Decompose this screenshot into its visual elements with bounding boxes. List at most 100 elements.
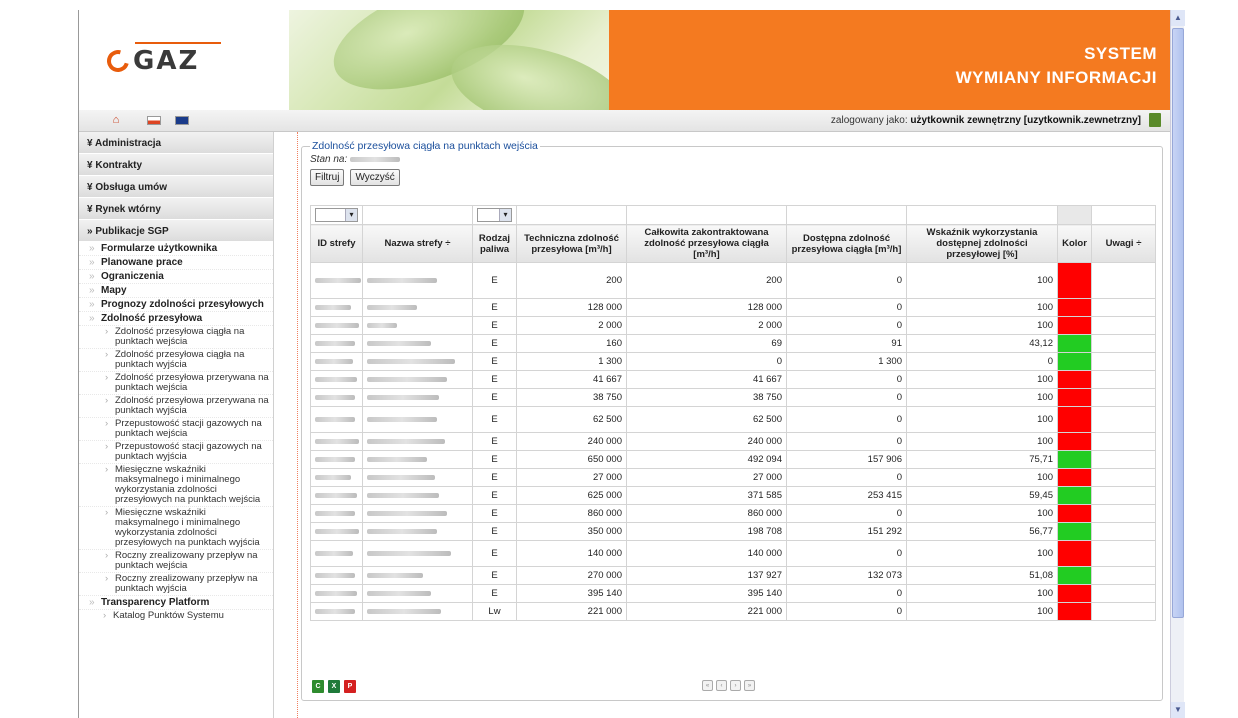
system-title-line2: WYMIANY INFORMACJI [955,68,1157,87]
tech-cell: 1 300 [516,352,627,371]
redacted-name [367,572,423,578]
filter-button[interactable]: Filtruj [310,169,345,186]
id-cell [310,370,363,389]
home-icon[interactable]: ⌂ [109,114,123,126]
sidebar-section-administracja[interactable]: ¥ Administracja [79,132,273,154]
col-header-calkowita[interactable]: Całkowita zakontraktowana zdolność przes… [626,224,787,263]
logo-underline [135,42,221,44]
redacted-id [315,416,355,422]
vertical-scrollbar[interactable]: ▲ ▼ [1170,10,1185,718]
col-header-id[interactable]: ID strefy [310,224,363,263]
uwagi-cell [1091,522,1156,541]
avail-cell: 0 [786,468,907,487]
sidebar-item-katalog[interactable]: Katalog Punktów Systemu [79,610,273,622]
name-cell [362,522,473,541]
sidebar-section-label: Rynek wtórny [95,204,161,215]
gaz-system-logo[interactable]: GAZ [102,45,200,77]
pdf-export-icon[interactable]: P [344,680,356,693]
col-header-techniczna[interactable]: Techniczna zdolność przesyłowa [m³/h] [516,224,627,263]
logo-text: GAZ [133,46,200,76]
col-header-rodzaj[interactable]: Rodzaj paliwa [472,224,517,263]
sidebar-item-ciagla-wejscia[interactable]: Zdolność przesyłowa ciągła na punktach w… [79,326,273,349]
sidebar-item-formularze[interactable]: Formularze użytkownika [79,242,273,256]
color-cell [1057,540,1092,567]
filter-buttons: Filtruj Wyczyść [310,169,400,186]
logout-icon[interactable] [1149,113,1161,127]
name-cell [362,468,473,487]
table-row: E 270 000 137 927 132 073 51,08 [310,566,1156,585]
fuel-cell: E [472,298,517,317]
sidebar-item-mapy[interactable]: Mapy [79,284,273,298]
fuel-cell: E [472,522,517,541]
sidebar-item-zdolnosc-przesylowa[interactable]: Zdolność przesyłowa [79,312,273,326]
col-header-dostepna[interactable]: Dostępna zdolność przesyłowa ciągła [m³/… [786,224,907,263]
scroll-up-icon[interactable]: ▲ [1171,10,1185,26]
redacted-id [315,322,359,328]
color-cell [1057,262,1092,299]
sidebar-item-prognozy[interactable]: Prognozy zdolności przesyłowych [79,298,273,312]
prev-page-icon[interactable]: ‹ [716,680,727,691]
sidebar-section-obsluga-umow[interactable]: ¥ Obsługa umów [79,176,273,198]
redacted-name [367,438,445,444]
scroll-thumb[interactable] [1172,28,1184,618]
sidebar-item-przerywana-wyjscia[interactable]: Zdolność przesyłowa przerywana na punkta… [79,395,273,418]
next-page-icon[interactable]: › [730,680,741,691]
redacted-id [315,304,351,310]
last-page-icon[interactable]: » [744,680,755,691]
ratio-cell: 43,12 [906,334,1058,353]
col-header-kolor[interactable]: Kolor [1057,224,1092,263]
scroll-down-icon[interactable]: ▼ [1171,702,1185,718]
sidebar-item-ciagla-wyjscia[interactable]: Zdolność przesyłowa ciągła na punktach w… [79,349,273,372]
sidebar-item-miesieczne-wejscia[interactable]: Miesięczne wskaźniki maksymalnego i mini… [79,464,273,507]
ratio-cell: 100 [906,540,1058,567]
color-cell [1057,298,1092,317]
name-cell [362,370,473,389]
color-cell [1057,352,1092,371]
table-row: E2 000 2 000 0 100 [310,316,1156,335]
sidebar-item-roczny-wejscia[interactable]: Roczny zrealizowany przepływ na punktach… [79,550,273,573]
header: GAZ SYSTEM WYMIANY INFORMACJI [79,10,1170,110]
sidebar-item-stacje-wejscia[interactable]: Przepustowość stacji gazowych na punktac… [79,418,273,441]
sidebar-section-kontrakty[interactable]: ¥ Kontrakty [79,154,273,176]
system-title-line1: SYSTEM [1084,44,1157,63]
sidebar-item-planowane-prace[interactable]: Planowane prace [79,256,273,270]
tech-cell: 27 000 [516,468,627,487]
stan-na: Stan na: [310,154,401,165]
redacted-id [315,394,355,400]
sidebar-item-stacje-wyjscia[interactable]: Przepustowość stacji gazowych na punktac… [79,441,273,464]
fuel-cell: E [472,370,517,389]
total-cell: 492 094 [626,450,787,469]
csv-export-icon[interactable]: C [312,680,324,693]
tech-cell: 140 000 [516,540,627,567]
id-cell [310,432,363,451]
sidebar-section-publikacje-sgp[interactable]: » Publikacje SGP [79,220,273,242]
id-filter-select[interactable] [315,208,358,222]
tech-cell: 270 000 [516,566,627,585]
panel-legend: Zdolność przesyłowa ciągła na punktach w… [310,140,540,152]
sidebar-section-label: Administracja [94,138,162,149]
col-header-nazwa[interactable]: Nazwa strefy ÷ [362,224,473,263]
sidebar-item-przerywana-wejscia[interactable]: Zdolność przesyłowa przerywana na punkta… [79,372,273,395]
english-flag-icon[interactable] [175,116,189,125]
avail-cell: 0 [786,316,907,335]
sidebar-section-rynek-wtorny[interactable]: ¥ Rynek wtórny [79,198,273,220]
sidebar-item-transparency[interactable]: Transparency Platform [79,596,273,610]
sidebar-item-miesieczne-wyjscia[interactable]: Miesięczne wskaźniki maksymalnego i mini… [79,507,273,550]
sidebar-item-roczny-wyjscia[interactable]: Roczny zrealizowany przepływ na punktach… [79,573,273,596]
polish-flag-icon[interactable] [147,116,161,125]
first-page-icon[interactable]: « [702,680,713,691]
col-header-wskaznik[interactable]: Wskaźnik wykorzystania dostępnej zdolnoś… [906,224,1058,263]
redacted-name [367,590,431,596]
table-row: E 140 000 140 000 0 100 [310,540,1156,567]
fuel-filter-select[interactable] [477,208,512,222]
excel-export-icon[interactable]: X [328,680,340,693]
col-header-uwagi[interactable]: Uwagi ÷ [1091,224,1156,263]
uwagi-cell [1091,334,1156,353]
clear-button[interactable]: Wyczyść [350,169,400,186]
redacted-name [367,277,437,283]
filter-cell [906,205,1058,225]
sidebar-item-ograniczenia[interactable]: Ograniczenia [79,270,273,284]
redacted-id [315,510,355,516]
redacted-name [367,376,447,382]
id-cell [310,334,363,353]
